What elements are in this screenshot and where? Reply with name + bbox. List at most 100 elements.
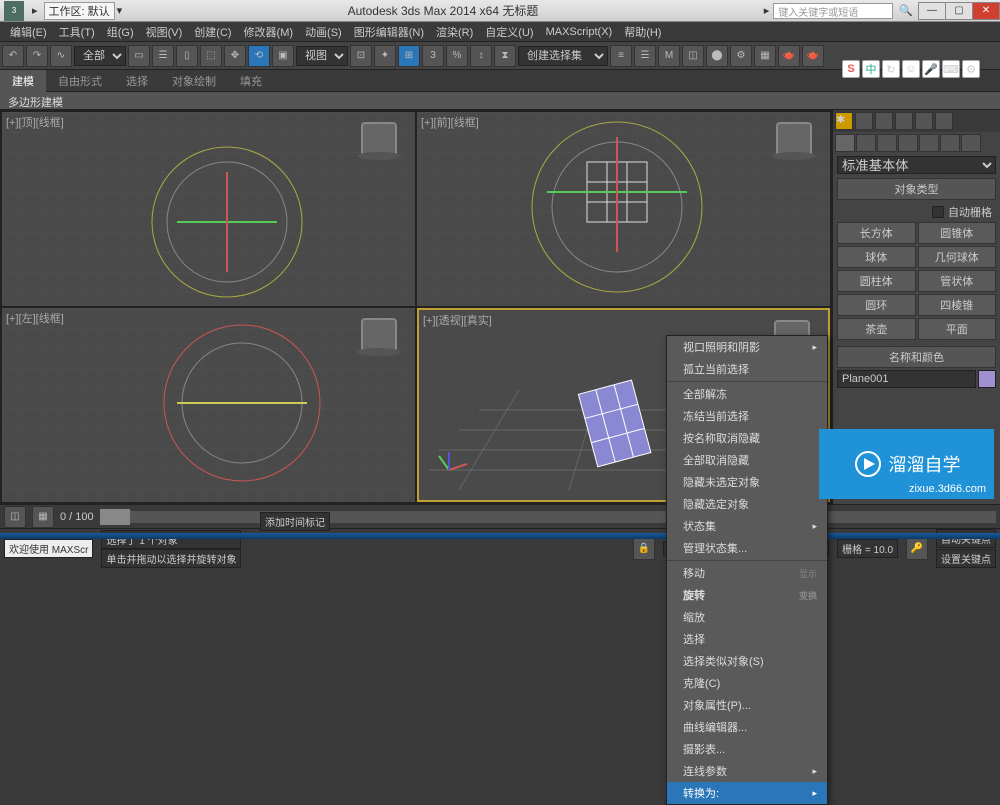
ctx-obj-props[interactable]: 对象属性(P)...: [667, 694, 827, 716]
rotate-button[interactable]: ⟲: [248, 45, 270, 67]
arc-icon[interactable]: [855, 112, 873, 130]
ctx-dope-sheet[interactable]: 摄影表...: [667, 738, 827, 760]
object-color-swatch[interactable]: [978, 370, 996, 388]
scale-button[interactable]: ▣: [272, 45, 294, 67]
menu-graph[interactable]: 图形编辑器(N): [348, 22, 430, 42]
obj-plane[interactable]: 平面: [918, 318, 997, 340]
display-icon[interactable]: [915, 112, 933, 130]
angle-snap[interactable]: 3: [422, 45, 444, 67]
ribbon-tab-modeling[interactable]: 建模: [0, 70, 46, 92]
slider-thumb[interactable]: [100, 509, 130, 525]
add-time-marker[interactable]: 添加时间标记: [260, 512, 330, 531]
ime-logo-icon[interactable]: S: [842, 60, 860, 78]
ctx-unfreeze-all[interactable]: 全部解冻: [667, 383, 827, 405]
viewport-top[interactable]: [+][顶][线框]: [2, 112, 415, 306]
ctx-curve-editor[interactable]: 曲线编辑器...: [667, 716, 827, 738]
autogrid-row[interactable]: 自动栅格: [837, 202, 996, 222]
menu-script[interactable]: MAXScript(X): [540, 24, 619, 40]
ctx-manage-states[interactable]: 管理状态集...: [667, 537, 827, 559]
ribbon-tab-populate[interactable]: 填充: [228, 70, 274, 92]
geometry-type-select[interactable]: 标准基本体: [837, 156, 996, 174]
render-frame-button[interactable]: ▦: [754, 45, 776, 67]
schematic-button[interactable]: ◫: [682, 45, 704, 67]
tab-cameras[interactable]: [898, 134, 918, 152]
spinner-snap[interactable]: ↕: [470, 45, 492, 67]
tab-geometry[interactable]: [835, 134, 855, 152]
rollout-name-color[interactable]: 名称和颜色: [837, 346, 996, 368]
menu-anim[interactable]: 动画(S): [299, 22, 348, 42]
material-button[interactable]: ⬤: [706, 45, 728, 67]
select-region-button[interactable]: ▯: [176, 45, 198, 67]
app-icon[interactable]: 3: [4, 1, 24, 21]
maximize-button[interactable]: ▢: [945, 2, 973, 20]
ctx-unhide-name[interactable]: 按名称取消隐藏: [667, 427, 827, 449]
workspace-selector[interactable]: 工作区: 默认: [44, 2, 115, 20]
obj-tube[interactable]: 管状体: [918, 270, 997, 292]
render-button[interactable]: 🫖: [778, 45, 800, 67]
render-prod-button[interactable]: 🫖: [802, 45, 824, 67]
align-button[interactable]: ≡: [610, 45, 632, 67]
lock-icon[interactable]: 🔒: [633, 538, 655, 560]
select-button[interactable]: ▭: [128, 45, 150, 67]
obj-cone[interactable]: 圆锥体: [918, 222, 997, 244]
viewport-front[interactable]: [+][前][线框]: [417, 112, 830, 306]
ribbon-tab-freeform[interactable]: 自由形式: [46, 70, 114, 92]
slider-track[interactable]: [100, 511, 996, 523]
menu-group[interactable]: 组(G): [101, 22, 140, 42]
ime-emoji-icon[interactable]: ☺: [902, 60, 920, 78]
obj-teapot[interactable]: 茶壶: [837, 318, 916, 340]
obj-pyramid[interactable]: 四棱锥: [918, 294, 997, 316]
select-name-button[interactable]: ☰: [152, 45, 174, 67]
named-selection-set[interactable]: 创建选择集: [518, 46, 608, 66]
menu-edit[interactable]: 编辑(E): [4, 22, 53, 42]
ctx-select[interactable]: 选择: [667, 628, 827, 650]
timeline-config[interactable]: ▦: [32, 506, 54, 528]
ctx-convert-to[interactable]: 转换为:▸: [667, 782, 827, 804]
layers-button[interactable]: ☰: [634, 45, 656, 67]
help-search-input[interactable]: 键入关键字或短语: [773, 3, 893, 19]
key-icon[interactable]: 🔑: [906, 538, 928, 560]
menu-custom[interactable]: 自定义(U): [479, 22, 539, 42]
obj-sphere[interactable]: 球体: [837, 246, 916, 268]
ref-coord-select[interactable]: 视图: [296, 46, 348, 66]
manip-button[interactable]: ✦: [374, 45, 396, 67]
ctx-freeze-sel[interactable]: 冻结当前选择: [667, 405, 827, 427]
ime-settings-icon[interactable]: ⚙: [962, 60, 980, 78]
mirror-button[interactable]: ⧗: [494, 45, 516, 67]
tab-systems[interactable]: [961, 134, 981, 152]
window-crossing-button[interactable]: ⬚: [200, 45, 222, 67]
workspace-chevron[interactable]: ▸: [32, 4, 38, 17]
ctx-hide-sel[interactable]: 隐藏选定对象: [667, 493, 827, 515]
motion-icon[interactable]: [895, 112, 913, 130]
ime-mic-icon[interactable]: 🎤: [922, 60, 940, 78]
menu-view[interactable]: 视图(V): [140, 22, 189, 42]
object-name-input[interactable]: Plane001: [837, 370, 976, 388]
ctx-isolate[interactable]: 孤立当前选择: [667, 358, 827, 380]
selection-filter[interactable]: 全部: [74, 46, 126, 66]
ctx-select-similar[interactable]: 选择类似对象(S): [667, 650, 827, 672]
tab-shapes[interactable]: [856, 134, 876, 152]
snap-toggle[interactable]: ⊞: [398, 45, 420, 67]
asterisk-icon[interactable]: ✱: [835, 112, 853, 130]
ctx-wire-params[interactable]: 连线参数▸: [667, 760, 827, 782]
ctx-scale[interactable]: 缩放: [667, 606, 827, 628]
minimize-button[interactable]: —: [918, 2, 946, 20]
ime-refresh-icon[interactable]: ↻: [882, 60, 900, 78]
ctx-state-sets[interactable]: 状态集▸: [667, 515, 827, 537]
ctx-move[interactable]: 移动显示: [667, 562, 827, 584]
close-button[interactable]: ✕: [972, 2, 1000, 20]
search-icon[interactable]: 🔍: [899, 4, 913, 17]
ime-keyboard-icon[interactable]: ⌨: [942, 60, 960, 78]
ime-lang-button[interactable]: 中: [862, 60, 880, 78]
menu-tools[interactable]: 工具(T): [53, 22, 101, 42]
ctx-rotate[interactable]: 旋转变换: [667, 584, 827, 606]
viewport-left[interactable]: [+][左][线框]: [2, 308, 415, 502]
undo-button[interactable]: ↶: [2, 45, 24, 67]
ctx-unhide-all[interactable]: 全部取消隐藏: [667, 449, 827, 471]
ribbon-tab-select[interactable]: 选择: [114, 70, 160, 92]
tab-lights[interactable]: [877, 134, 897, 152]
tab-helpers[interactable]: [919, 134, 939, 152]
link-button[interactable]: ∿: [50, 45, 72, 67]
hammer-icon[interactable]: [935, 112, 953, 130]
tab-spacewarps[interactable]: [940, 134, 960, 152]
